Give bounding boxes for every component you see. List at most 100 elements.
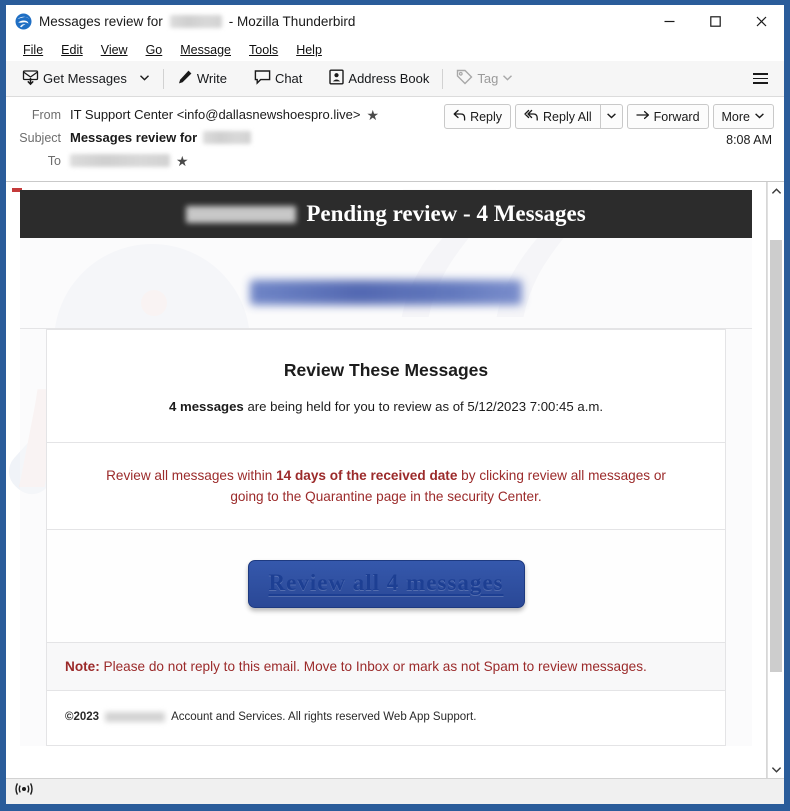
more-label: More [721, 109, 750, 124]
tag-button[interactable]: Tag [450, 65, 519, 92]
message-actions: Reply Reply All Forward More [444, 104, 774, 129]
reply-all-label: Reply All [543, 109, 592, 124]
toolbar-gap-1 [240, 69, 241, 89]
message-time: 8:08 AM [726, 133, 772, 147]
chevron-down-icon [606, 110, 617, 124]
download-mail-icon [22, 69, 39, 89]
window-inner: Messages review for - Mozilla Thunderbir… [5, 4, 785, 805]
warning-section: Review all messages within 14 days of th… [47, 443, 725, 531]
get-messages-label: Get Messages [43, 71, 127, 86]
chat-button[interactable]: Chat [248, 65, 308, 92]
mail-vertical-scrollbar[interactable] [767, 182, 784, 778]
to-label: To [47, 153, 61, 168]
chevron-down-icon [139, 71, 150, 86]
reply-all-arrow-icon [524, 109, 539, 124]
toolbar-gap-2 [315, 69, 316, 89]
reply-all-dropdown[interactable] [599, 104, 623, 129]
window-title-prefix: Messages review for [39, 14, 163, 29]
brand-logo-redacted [250, 280, 522, 305]
window-title-redacted [169, 15, 222, 28]
from-value[interactable]: IT Support Center <info@dallasnewshoespr… [70, 107, 360, 122]
more-button[interactable]: More [712, 104, 774, 129]
note-section: Note: Please do not reply to this email.… [47, 643, 725, 692]
write-button[interactable]: Write [171, 65, 233, 92]
menu-help-label: Help [296, 42, 322, 57]
tag-label: Tag [477, 71, 499, 86]
menu-message-label: Message [180, 42, 231, 57]
menu-edit[interactable]: Edit [53, 41, 91, 59]
scroll-up-button[interactable] [768, 182, 784, 200]
to-star-icon[interactable]: ★ [176, 154, 189, 168]
address-book-icon [329, 69, 345, 88]
tag-chevron-down-icon [502, 71, 513, 86]
warning-bold: 14 days of the received date [276, 468, 458, 483]
email-content: Pending review - 4 Messages Review These… [6, 182, 766, 747]
menu-message[interactable]: Message [172, 41, 239, 59]
copyright-brand-redacted [105, 712, 166, 723]
forward-button[interactable]: Forward [626, 104, 709, 129]
app-menu-button[interactable] [746, 66, 774, 92]
from-label: From [31, 107, 61, 122]
reply-arrow-icon [453, 109, 466, 124]
menu-go[interactable]: Go [138, 41, 171, 59]
scrollbar-track[interactable] [768, 200, 784, 760]
chat-label: Chat [274, 71, 303, 86]
address-book-label: Address Book [348, 71, 430, 86]
subject-value-wrap: Messages review for [70, 130, 252, 145]
reply-label: Reply [470, 109, 503, 124]
mail-viewport: risk 77 Pending review - 4 Messages [6, 182, 767, 778]
to-value-wrap: ★ [70, 154, 189, 168]
review-summary-rest: are being held for you to review as of 5… [243, 399, 604, 414]
scroll-down-button[interactable] [768, 760, 784, 778]
copyright-section: ©2023 Account and Services. All rights r… [47, 691, 725, 747]
cta-section: Review all 4 messages [47, 530, 725, 644]
window-title-suffix: - Mozilla Thunderbird [228, 14, 356, 29]
reply-button[interactable]: Reply [444, 104, 512, 129]
menu-tools[interactable]: Tools [241, 41, 286, 59]
menu-view-label: View [100, 42, 128, 57]
reply-all-group: Reply All [515, 104, 623, 129]
thunderbird-window: Messages review for - Mozilla Thunderbir… [0, 0, 790, 811]
message-body-area: risk 77 Pending review - 4 Messages [6, 182, 784, 778]
scrollbar-thumb[interactable] [770, 240, 782, 672]
broadcast-icon[interactable] [14, 781, 34, 802]
copyright-text: Account and Services. All rights reserve… [171, 711, 477, 724]
to-row: To ★ [16, 150, 774, 171]
review-section: Review These Messages 4 messages are bei… [47, 330, 725, 443]
banner-title: Pending review - 4 Messages [306, 201, 586, 226]
menu-help[interactable]: Help [288, 41, 330, 59]
hamburger-icon-line-3 [752, 82, 768, 85]
statusbar [6, 778, 784, 804]
note-text: Please do not reply to this email. Move … [99, 659, 647, 675]
tag-icon [456, 69, 473, 88]
minimize-button[interactable] [646, 5, 692, 38]
menu-go-label: Go [145, 42, 163, 57]
subject-row: Subject Messages review for [16, 127, 774, 148]
pencil-icon [177, 69, 193, 88]
address-book-button[interactable]: Address Book [323, 65, 435, 92]
close-button[interactable] [738, 5, 784, 38]
toolbar-divider-1 [162, 68, 164, 89]
forward-label: Forward [653, 109, 700, 124]
review-summary: 4 messages are being held for you to rev… [65, 399, 707, 414]
window-title: Messages review for - Mozilla Thunderbir… [39, 14, 355, 29]
from-star-icon[interactable]: ★ [366, 108, 379, 122]
email-inner-card: Review These Messages 4 messages are bei… [46, 329, 726, 747]
review-all-messages-button[interactable]: Review all 4 messages [247, 560, 525, 609]
email-wrapper: Pending review - 4 Messages Review These… [18, 190, 754, 747]
from-value-wrap: IT Support Center <info@dallasnewshoespr… [70, 107, 379, 122]
reply-all-button[interactable]: Reply All [515, 104, 600, 129]
get-messages-dropdown[interactable] [133, 65, 156, 92]
message-header: From IT Support Center <info@dallasnewsh… [6, 97, 784, 182]
menu-view[interactable]: View [93, 41, 136, 59]
review-heading: Review These Messages [283, 360, 489, 380]
maximize-button[interactable] [692, 5, 738, 38]
email-logo-row [20, 264, 752, 329]
get-messages-button[interactable]: Get Messages [16, 65, 133, 92]
menu-file[interactable]: File [15, 41, 51, 59]
hamburger-icon-line-1 [752, 72, 768, 75]
note-label: Note: [65, 659, 100, 675]
main-toolbar: Get Messages Write Chat Address Book Tag [6, 61, 784, 97]
banner-redacted-brand [186, 205, 297, 223]
chevron-down-icon [754, 110, 765, 124]
